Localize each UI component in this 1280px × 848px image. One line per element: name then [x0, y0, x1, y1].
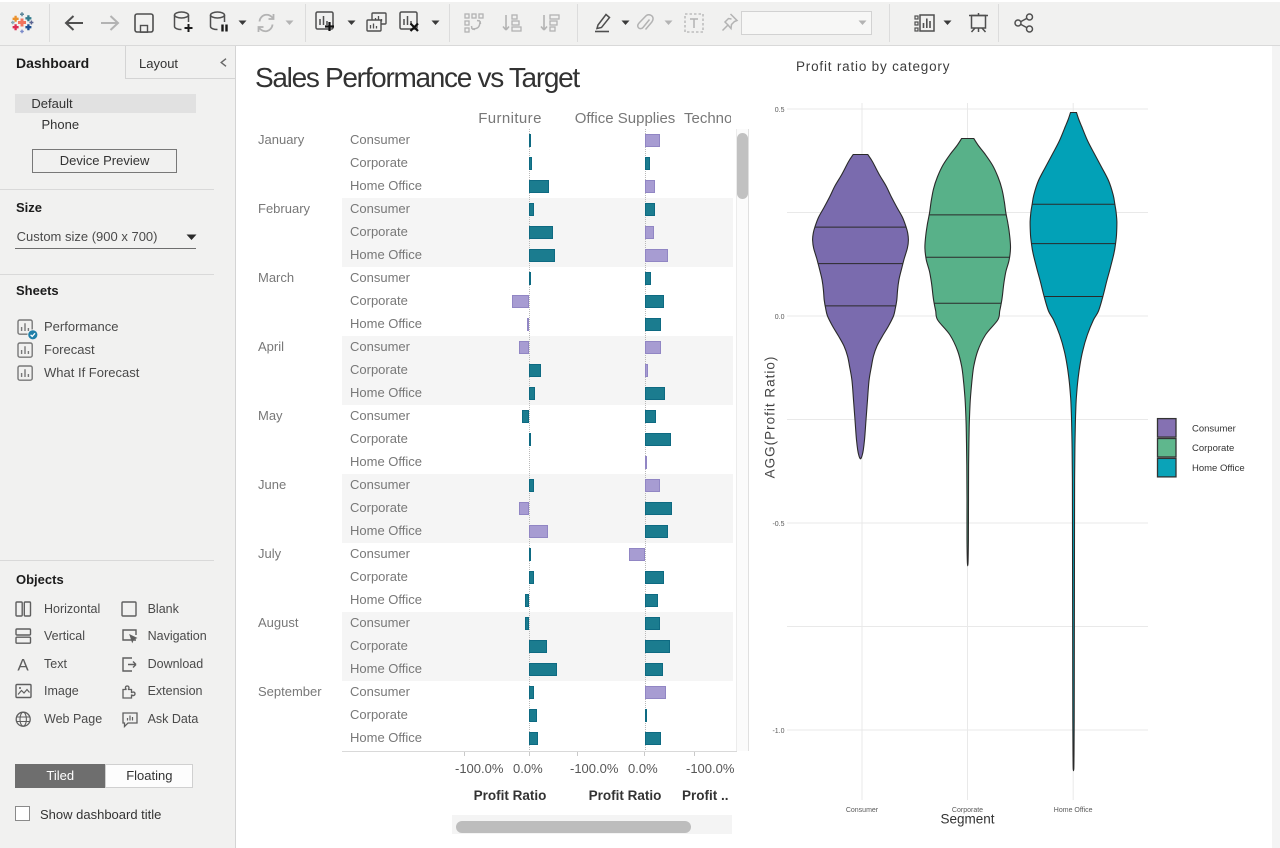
svg-text:Corporate: Corporate	[1192, 443, 1234, 454]
svg-text:0.5: 0.5	[775, 107, 785, 114]
svg-text:-1.0: -1.0	[772, 728, 784, 735]
svg-text:Home Office: Home Office	[1192, 463, 1245, 474]
svg-text:A: A	[17, 656, 29, 673]
svg-text:Consumer: Consumer	[846, 807, 879, 814]
svg-text:AGG(Profit Ratio): AGG(Profit Ratio)	[763, 356, 778, 479]
svg-text:-0.5: -0.5	[772, 521, 784, 528]
svg-text:0.0: 0.0	[775, 314, 785, 321]
svg-text:Segment: Segment	[940, 812, 994, 827]
svg-text:Consumer: Consumer	[1192, 423, 1236, 434]
svg-text:Profit ratio by category: Profit ratio by category	[796, 59, 950, 74]
svg-text:Home Office: Home Office	[1054, 807, 1093, 814]
